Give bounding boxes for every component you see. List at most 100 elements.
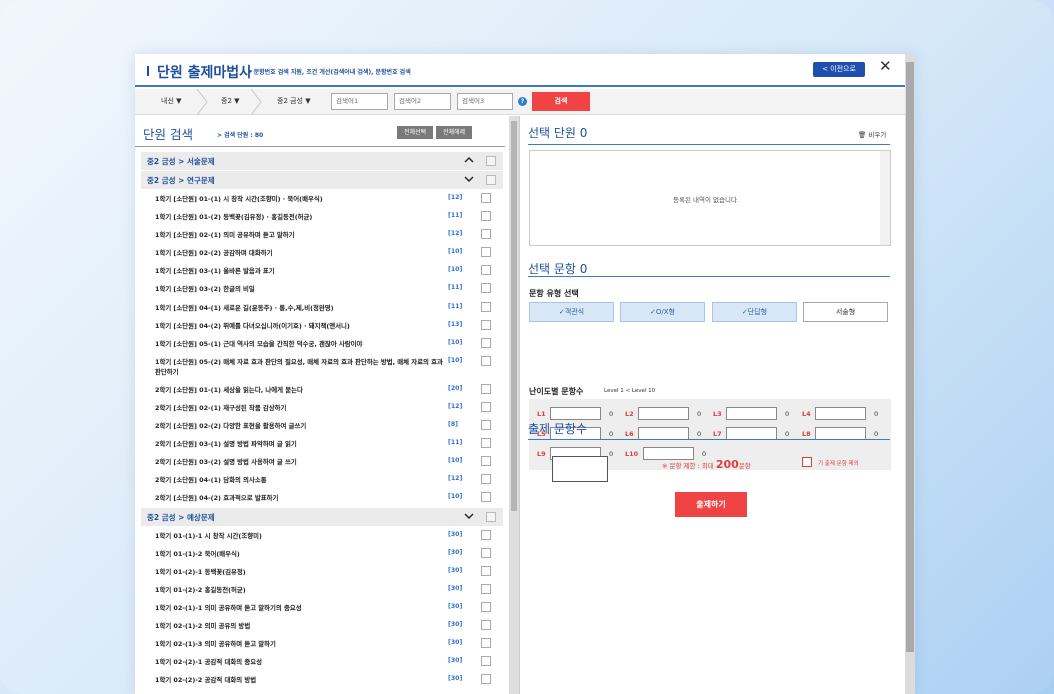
level-input[interactable]	[726, 407, 777, 420]
level-input[interactable]	[550, 407, 601, 420]
question-count-input[interactable]	[552, 456, 608, 482]
unit-checkbox[interactable]	[481, 401, 491, 412]
search-input-2[interactable]: 검색어2	[394, 93, 451, 110]
unit-row[interactable]: 1학기 01-(1)-1 시 창작 시간(조향미) [30]	[141, 527, 503, 545]
level-name: L9	[537, 450, 546, 458]
unit-checkbox[interactable]	[481, 529, 491, 540]
unit-checkbox[interactable]	[481, 355, 491, 366]
unit-row[interactable]: 1학기 [소단원] 05-(2) 매체 자료 효과 판단의 필요성, 매체 자료…	[141, 353, 503, 381]
unit-count-badge: [10]	[448, 248, 463, 256]
unit-row[interactable]: 1학기 [소단원] 04-(1) 새로운 길(윤동주) · 롱,수,제,비(정완…	[141, 299, 503, 317]
page-title: 단원 출제마법사	[157, 65, 253, 81]
unit-row[interactable]: 2학기 [소단원] 02-(2) 다양한 표현을 활용하여 글쓰기 [8]	[141, 417, 503, 435]
prev-button[interactable]: < 이전으로	[813, 62, 865, 77]
scroll-thumb[interactable]	[511, 121, 517, 511]
unit-row[interactable]: 1학기 02-(1)-2 의미 공유의 방법 [30]	[141, 617, 503, 635]
type-essay-button[interactable]: 서술형	[803, 302, 888, 322]
unit-row[interactable]: 1학기 02-(1)-1 의미 공유하며 듣고 말하기의 중요성 [30]	[141, 599, 503, 617]
unit-scrollbar[interactable]	[509, 116, 519, 694]
list-scrollbar[interactable]	[880, 151, 890, 245]
unit-checkbox[interactable]	[481, 319, 491, 330]
unit-checkbox[interactable]	[481, 565, 491, 576]
unit-row[interactable]: 2학기 [소단원] 02-(1) 재구성된 작품 감상하기 [12]	[141, 399, 503, 417]
group-checkbox[interactable]	[486, 511, 496, 522]
unit-row[interactable]: 2학기 [소단원] 03-(2) 설명 방법 사용하여 글 쓰기 [10]	[141, 453, 503, 471]
unit-row[interactable]: 1학기 [소단원] 05-(1) 근대 역사의 모습을 간직한 덕수궁, 괜찮아…	[141, 335, 503, 353]
scroll-thumb[interactable]	[906, 62, 914, 652]
type-short-answer-button[interactable]: ✓단답형	[712, 302, 797, 322]
clear-button[interactable]: 🗑 비우기	[858, 129, 886, 139]
unit-row[interactable]: 1학기 02-(1)-3 의미 공유하며 듣고 말하기 [30]	[141, 635, 503, 653]
unit-checkbox[interactable]	[481, 193, 491, 203]
unit-row[interactable]: 1학기 [소단원] 03-(1) 올바른 발음과 표기 [10]	[141, 262, 503, 280]
chevron-down-icon[interactable]	[464, 172, 474, 189]
unit-checkbox[interactable]	[481, 301, 491, 312]
unit-row[interactable]: 2학기 [소단원] 04-(2) 효과적으로 발표하기 [10]	[141, 489, 503, 507]
search-input-3[interactable]: 검색어3	[457, 93, 513, 110]
deselect-all-button[interactable]: 전체해제	[436, 126, 472, 139]
unit-checkbox[interactable]	[481, 474, 491, 485]
unit-checkbox[interactable]	[481, 283, 491, 294]
type-multiple-choice-button[interactable]: ✓객관식	[529, 302, 614, 322]
unit-row[interactable]: 1학기 01-(2)-2 홍길동전(허균) [30]	[141, 581, 503, 599]
unit-checkbox[interactable]	[481, 229, 491, 240]
unit-checkbox[interactable]	[481, 492, 491, 503]
unit-row[interactable]: 1학기 [소단원] 02-(2) 공감하며 대화하기 [10]	[141, 244, 503, 262]
unit-row[interactable]: 1학기 [소단원] 03-(2) 한글의 비밀 [11]	[141, 280, 503, 298]
unit-row[interactable]: 1학기 01-(1)-2 묵어(배우식) [30]	[141, 545, 503, 563]
unit-checkbox[interactable]	[481, 638, 491, 649]
unit-row[interactable]: 1학기 [소단원] 04-(2) 뛰예를 다녀오십니까(이기호) · 돼지책(앤…	[141, 317, 503, 335]
level-value: 0	[874, 430, 879, 438]
group-header[interactable]: 중2 금성 > 서술문제	[141, 152, 503, 170]
crumb-textbook[interactable]: 중2 금성 ▼	[277, 96, 311, 106]
generate-button[interactable]: 출제하기	[675, 492, 747, 517]
select-all-button[interactable]: 전체선택	[397, 126, 433, 139]
unit-checkbox[interactable]	[481, 601, 491, 612]
unit-checkbox[interactable]	[481, 456, 491, 467]
crumb-school[interactable]: 내신 ▼	[161, 96, 182, 106]
unit-checkbox[interactable]	[481, 674, 491, 685]
unit-row[interactable]: 2학기 [소단원] 03-(1) 설명 방법 파악하며 글 읽기 [11]	[141, 435, 503, 453]
crumb-grade[interactable]: 중2 ▼	[221, 96, 240, 106]
level-value: 0	[609, 430, 614, 438]
group-checkbox[interactable]	[486, 175, 496, 185]
search-button[interactable]: 검색	[532, 92, 590, 111]
unit-row[interactable]: 1학기 [소단원] 01-(2) 동백꽃(김유정) · 홍길동전(허균) [11…	[141, 208, 503, 226]
help-icon[interactable]: ?	[518, 97, 527, 106]
search-input-1[interactable]: 검색어1	[331, 93, 388, 110]
level-input[interactable]	[815, 407, 866, 420]
unit-checkbox[interactable]	[481, 438, 491, 449]
selected-units-list[interactable]: 등록된 내역이 없습니다.	[529, 150, 891, 246]
unit-checkbox[interactable]	[481, 337, 491, 348]
unit-row[interactable]: 2학기 [소단원] 04-(1) 담화의 의사소통 [12]	[141, 471, 503, 489]
unit-checkbox[interactable]	[481, 656, 491, 667]
unit-row[interactable]: 1학기 02-(2)-1 공감적 대화의 중요성 [30]	[141, 653, 503, 671]
unit-row[interactable]: 1학기 [소단원] 02-(1) 의미 공유하며 듣고 말하기 [12]	[141, 226, 503, 244]
unit-row[interactable]: 1학기 02-(2)-2 공감적 대화의 방법 [30]	[141, 671, 503, 689]
unit-checkbox[interactable]	[481, 247, 491, 258]
window-scrollbar[interactable]	[905, 54, 915, 694]
unit-row[interactable]: 1학기 [소단원] 01-(1) 시 창작 시간(조향미) · 묵어(배우식) …	[141, 190, 503, 208]
unit-checkbox[interactable]	[481, 619, 491, 630]
level-input[interactable]	[638, 407, 689, 420]
unit-checkbox[interactable]	[481, 383, 491, 394]
close-icon[interactable]: ✕	[879, 59, 892, 74]
exclude-checkbox[interactable]	[802, 457, 812, 467]
chevron-up-icon[interactable]	[464, 153, 474, 170]
group-header[interactable]: 중2 금성 > 연구문제	[141, 171, 503, 189]
unit-checkbox[interactable]	[481, 583, 491, 594]
page-subtitle: - 문항번호 검색 지원, 조건 개선(검색어내 검색), 문항번호 검색	[249, 69, 411, 76]
unit-count-badge: [11]	[448, 284, 463, 292]
unit-checkbox[interactable]	[481, 420, 491, 431]
chevron-down-icon[interactable]	[464, 509, 474, 526]
unit-checkbox[interactable]	[481, 265, 491, 276]
group-checkbox[interactable]	[486, 156, 496, 166]
unit-checkbox[interactable]	[481, 211, 491, 222]
unit-label: 2학기 [소단원] 01-(1) 세상을 읽는다, 나에게 묻는다	[155, 385, 303, 394]
unit-row[interactable]: 1학기 01-(2)-1 동백꽃(김유정) [30]	[141, 563, 503, 581]
type-ox-button[interactable]: ✓O/X형	[620, 302, 705, 322]
unit-label: 1학기 [소단원] 03-(1) 올바른 발음과 표기	[155, 267, 275, 276]
unit-row[interactable]: 2학기 [소단원] 01-(1) 세상을 읽는다, 나에게 묻는다 [20]	[141, 381, 503, 399]
unit-checkbox[interactable]	[481, 547, 491, 558]
group-header[interactable]: 중2 금성 > 예상문제	[141, 507, 503, 526]
